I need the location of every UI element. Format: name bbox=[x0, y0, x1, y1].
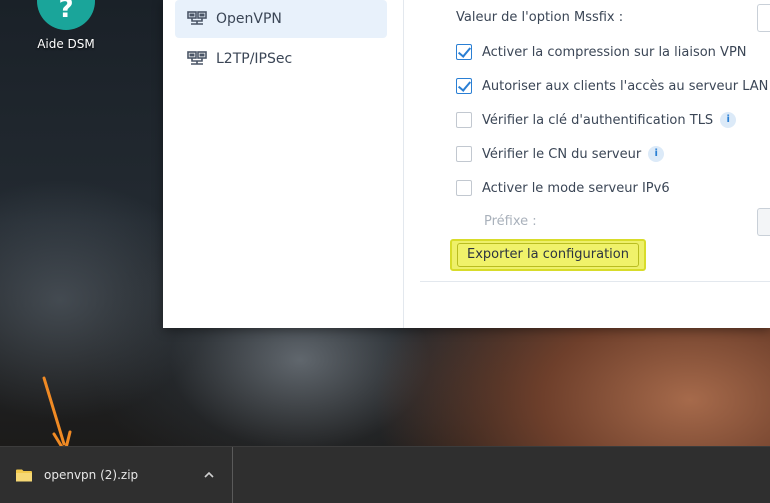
prefix-label: Préfixe : bbox=[484, 214, 537, 229]
sidebar-item-l2tp-ipsec[interactable]: L2TP/IPSec bbox=[175, 40, 387, 78]
compression-checkbox[interactable] bbox=[456, 44, 472, 60]
sidebar-item-label: OpenVPN bbox=[216, 11, 282, 27]
option-label: Autoriser aux clients l'accès au serveur… bbox=[482, 78, 769, 94]
info-icon[interactable]: i bbox=[648, 146, 665, 162]
option-label: Activer le mode serveur IPv6 bbox=[482, 180, 670, 196]
vpn-server-settings-window: OpenVPN L2TP/IPSec Valeur de l'option Ms… bbox=[163, 0, 770, 328]
option-tls-auth[interactable]: Vérifier la clé d'authentification TLS i bbox=[456, 112, 737, 128]
option-verify-cn[interactable]: Vérifier le CN du serveur i bbox=[456, 146, 665, 162]
tls-auth-checkbox[interactable] bbox=[456, 112, 472, 128]
option-ipv6[interactable]: Activer le mode serveur IPv6 bbox=[456, 180, 670, 196]
option-label: Vérifier le CN du serveur bbox=[482, 146, 642, 162]
sidebar-item-label: L2TP/IPSec bbox=[216, 51, 293, 67]
network-icon bbox=[187, 11, 207, 25]
section-divider bbox=[420, 281, 770, 282]
download-bar: openvpn (2).zip bbox=[0, 446, 770, 503]
option-lan-access[interactable]: Autoriser aux clients l'accès au serveur… bbox=[456, 78, 768, 94]
option-compression[interactable]: Activer la compression sur la liaison VP… bbox=[456, 44, 747, 60]
info-icon[interactable]: i bbox=[720, 112, 737, 128]
verify-cn-checkbox[interactable] bbox=[456, 146, 472, 162]
desktop-icon-dsm-help[interactable]: ? Aide DSM bbox=[24, 0, 108, 51]
option-label: Activer la compression sur la liaison VP… bbox=[482, 44, 747, 60]
download-item[interactable]: openvpn (2).zip bbox=[0, 447, 233, 503]
export-configuration-highlight[interactable]: Exporter la configuration bbox=[450, 239, 646, 271]
settings-sidebar: OpenVPN L2TP/IPSec bbox=[163, 0, 404, 328]
desktop-icon-label: Aide DSM bbox=[37, 37, 95, 51]
option-label: Vérifier la clé d'authentification TLS bbox=[482, 112, 714, 128]
help-icon: ? bbox=[37, 0, 95, 30]
openvpn-settings-panel: Valeur de l'option Mssfix : Activer la c… bbox=[404, 0, 770, 328]
mssfix-label: Valeur de l'option Mssfix : bbox=[456, 10, 624, 25]
download-file-name[interactable]: openvpn (2).zip bbox=[44, 468, 202, 482]
chevron-up-icon[interactable] bbox=[202, 468, 216, 482]
export-configuration-button[interactable]: Exporter la configuration bbox=[457, 243, 639, 267]
ipv6-checkbox[interactable] bbox=[456, 180, 472, 196]
mssfix-row: Valeur de l'option Mssfix : bbox=[456, 10, 623, 25]
network-icon bbox=[187, 51, 207, 65]
folder-icon bbox=[16, 469, 32, 481]
lan-access-checkbox[interactable] bbox=[456, 78, 472, 94]
mssfix-input[interactable] bbox=[757, 4, 770, 32]
prefix-input[interactable] bbox=[757, 208, 770, 236]
prefix-row: Préfixe : bbox=[484, 214, 537, 229]
sidebar-item-openvpn[interactable]: OpenVPN bbox=[175, 0, 387, 38]
